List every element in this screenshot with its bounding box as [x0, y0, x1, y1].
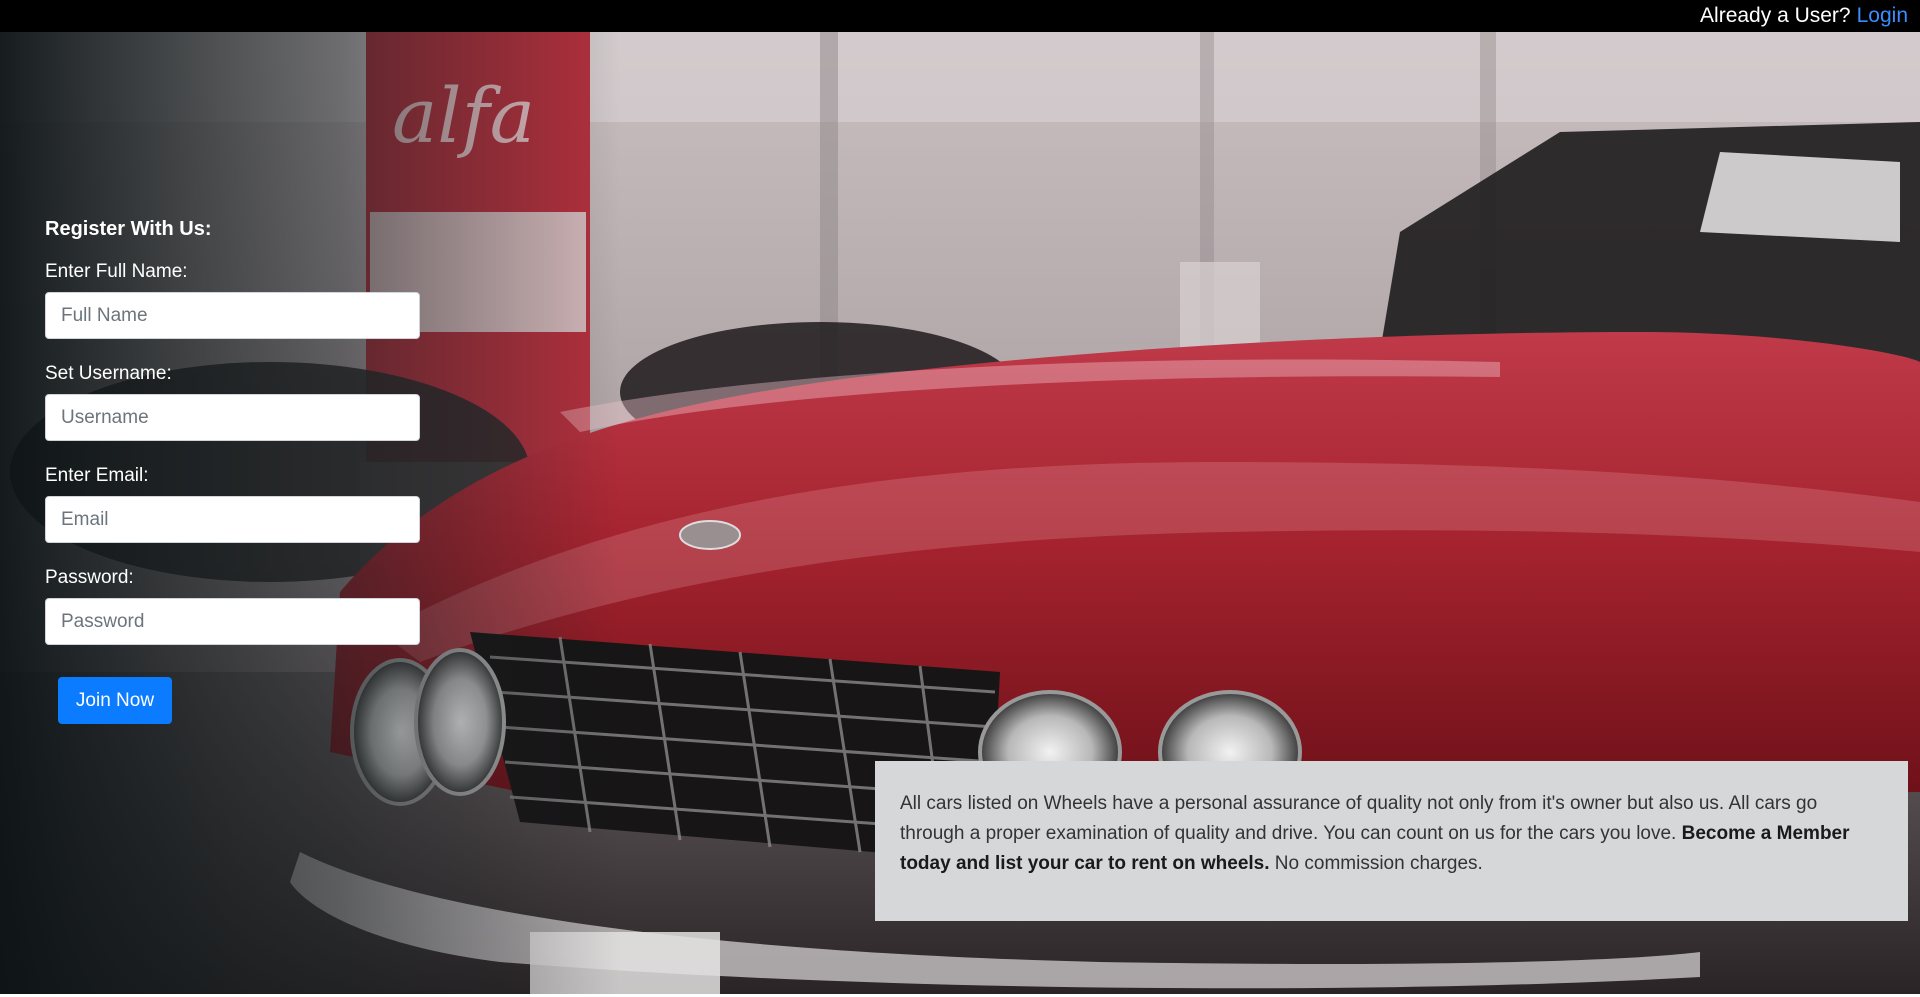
password-label: Password:	[45, 567, 134, 588]
already-user-text: Already a User?	[1700, 4, 1851, 27]
email-label: Enter Email:	[45, 465, 149, 486]
registration-form: Register With Us: Enter Full Name: Set U…	[45, 218, 420, 724]
info-text-end: No commission charges.	[1269, 853, 1483, 874]
hero-section: alfa	[0, 32, 1920, 994]
full-name-label: Enter Full Name:	[45, 261, 188, 282]
info-text: All cars listed on Wheels have a persona…	[900, 793, 1818, 844]
top-bar: Already a User? Login	[0, 0, 1920, 32]
full-name-input[interactable]	[45, 292, 420, 339]
username-label: Set Username:	[45, 363, 172, 384]
email-input[interactable]	[45, 496, 420, 543]
form-heading: Register With Us:	[45, 218, 212, 240]
password-input[interactable]	[45, 598, 420, 645]
info-panel: All cars listed on Wheels have a persona…	[875, 761, 1908, 921]
login-link[interactable]: Login	[1857, 4, 1908, 28]
username-input[interactable]	[45, 394, 420, 441]
join-now-button[interactable]: Join Now	[58, 677, 172, 724]
